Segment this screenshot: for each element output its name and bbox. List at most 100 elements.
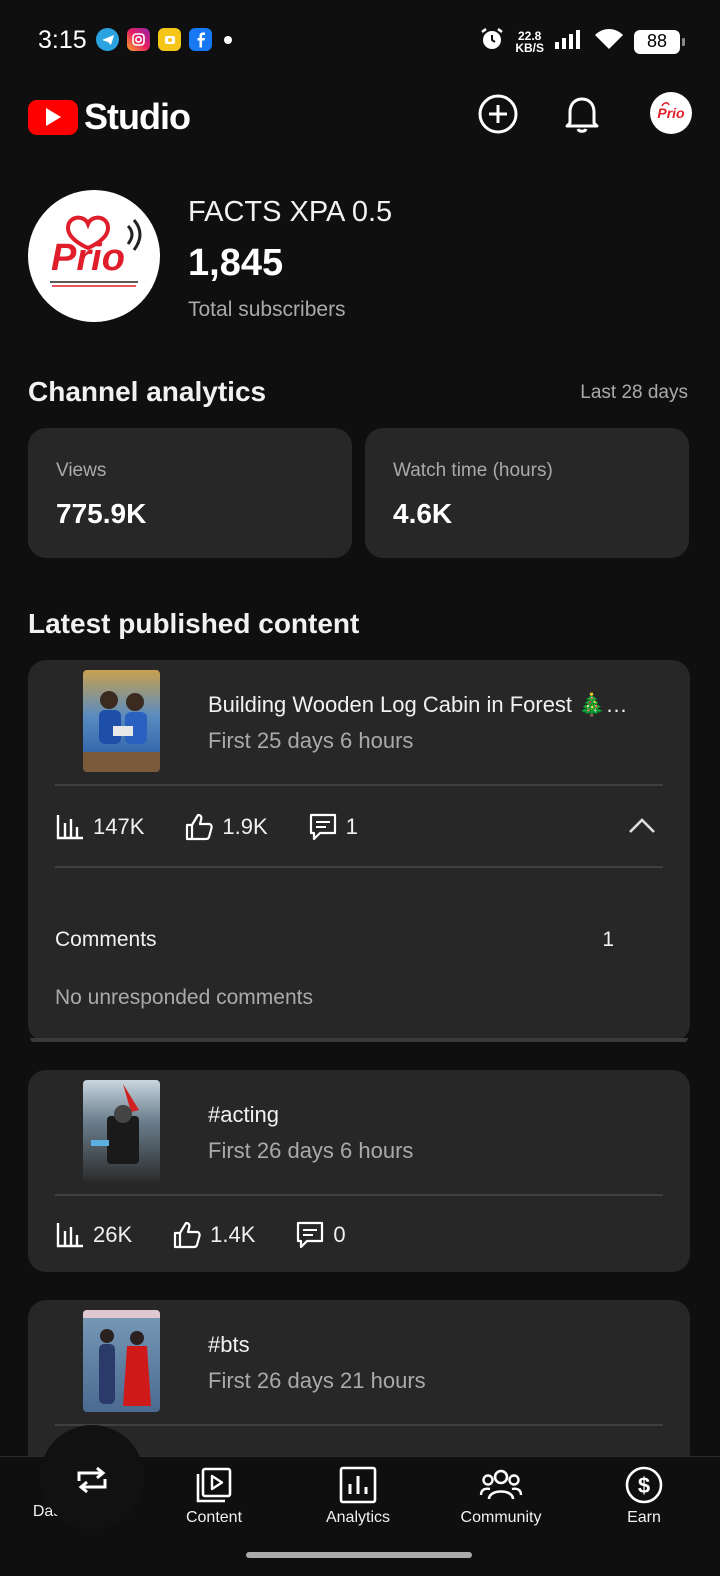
content-card[interactable]: #acting First 26 days 6 hours 26K 1.4K 0: [28, 1070, 690, 1272]
bell-icon: [565, 97, 599, 133]
video-thumbnail[interactable]: [83, 1080, 160, 1182]
card-bottom-edge: [30, 1038, 688, 1042]
analytics-range: Last 28 days: [580, 382, 688, 403]
alarm-icon: [479, 26, 505, 57]
nav-earn[interactable]: $ Earn: [572, 1465, 716, 1527]
comments-value: 1: [345, 814, 358, 839]
video-title: #bts: [208, 1332, 250, 1357]
likes-value: 1.9K: [222, 814, 268, 839]
views-value: 26K: [93, 1222, 133, 1247]
video-title: Building Wooden Log Cabin in Forest 🎄…: [208, 692, 628, 717]
channel-name: FACTS XPA 0.5: [188, 196, 393, 228]
content-icon: [196, 1467, 232, 1503]
logo-text: Studio: [84, 96, 191, 137]
network-speed: 22.8 KB/S: [515, 30, 544, 54]
comments-count: 1: [602, 928, 614, 951]
comment-icon: [309, 813, 336, 841]
watch-time-value: 4.6K: [393, 498, 453, 529]
bar-chart-icon: [56, 1223, 83, 1248]
earn-icon: $: [625, 1466, 663, 1504]
nav-analytics[interactable]: Analytics: [286, 1465, 430, 1527]
chevron-up-icon[interactable]: [626, 810, 658, 842]
repeat-icon: [77, 1466, 107, 1494]
video-thumbnail[interactable]: [83, 670, 160, 772]
views-metric: 26K: [55, 1221, 132, 1249]
instagram-icon: [127, 28, 150, 51]
video-thumbnail[interactable]: [83, 1310, 160, 1412]
watch-time-label: Watch time (hours): [393, 460, 553, 481]
status-bar: 3:15 22.8 KB/S 88: [0, 0, 720, 80]
nav-label: Analytics: [325, 1509, 391, 1526]
subscriber-label: Total subscribers: [188, 298, 346, 321]
plus-circle-icon: [478, 94, 518, 134]
channel-analytics-title: Channel analytics: [28, 376, 267, 407]
video-timeframe: First 25 days 6 hours: [208, 728, 414, 753]
youtube-studio-logo[interactable]: Studio: [28, 96, 191, 138]
video-title: #acting: [208, 1102, 279, 1127]
speed-unit: KB/S: [515, 40, 544, 55]
comments-metric: 0: [295, 1220, 346, 1250]
nav-community[interactable]: Community: [429, 1465, 573, 1527]
battery-indicator: 88: [634, 29, 685, 54]
views-value: 147K: [93, 814, 145, 839]
status-time: 3:15: [38, 26, 87, 54]
status-indicators: 22.8 KB/S 88: [479, 26, 685, 57]
svg-text:Prio: Prio: [51, 237, 125, 279]
switch-account-button[interactable]: [40, 1425, 144, 1529]
video-metrics: 147K 1.9K 1: [55, 812, 398, 842]
watch-time-card[interactable]: Watch time (hours) 4.6K: [365, 428, 689, 558]
youtube-play-icon: [28, 99, 78, 135]
divider: [55, 1194, 663, 1196]
divider: [55, 1424, 663, 1426]
facebook-icon: [189, 28, 212, 51]
app-header: Studio Prio: [0, 80, 720, 150]
comments-note: No unresponded comments: [55, 986, 313, 1009]
nav-content[interactable]: Content: [142, 1465, 286, 1527]
content-card[interactable]: Building Wooden Log Cabin in Forest 🎄… F…: [28, 660, 690, 1042]
video-timeframe: First 26 days 6 hours: [208, 1138, 414, 1163]
comments-metric: 1: [308, 812, 358, 842]
likes-metric: 1.9K: [184, 812, 268, 842]
notifications-button[interactable]: [560, 92, 604, 136]
comments-label: Comments: [55, 928, 157, 951]
likes-metric: 1.4K: [172, 1220, 255, 1250]
nav-label: Earn: [627, 1509, 661, 1526]
thumbs-up-icon: [174, 1221, 201, 1249]
comments-value: 0: [333, 1222, 346, 1247]
subscriber-count: 1,845: [188, 242, 284, 284]
community-icon: [479, 1469, 523, 1500]
home-indicator[interactable]: [246, 1552, 472, 1558]
speed-value: 22.8: [517, 28, 542, 43]
telegram-icon: [96, 28, 119, 51]
divider: [55, 784, 663, 786]
nav-label: Content: [185, 1509, 243, 1526]
thumbs-up-icon: [186, 813, 214, 841]
views-value: 775.9K: [56, 498, 147, 529]
nav-label: Community: [460, 1509, 542, 1526]
more-notifications-dot: [224, 35, 232, 44]
svg-text:Prio: Prio: [657, 105, 685, 121]
views-label: Views: [56, 460, 107, 481]
views-card[interactable]: Views 775.9K: [28, 428, 352, 558]
views-metric: 147K: [55, 813, 144, 841]
account-avatar[interactable]: Prio: [650, 92, 692, 134]
channel-avatar[interactable]: Prio: [28, 190, 160, 322]
video-timeframe: First 26 days 21 hours: [208, 1368, 426, 1393]
latest-content-title: Latest published content: [28, 608, 360, 639]
analytics-icon: [339, 1466, 377, 1504]
bar-chart-icon: [56, 815, 83, 840]
channel-logo-icon: Prio: [657, 102, 685, 121]
notification-icons: [96, 28, 232, 51]
bottom-navigation: Dashboard Content Analytics Community $ …: [0, 1425, 720, 1576]
channel-logo-icon: Prio: [50, 215, 142, 287]
video-metrics: 26K 1.4K 0: [55, 1220, 386, 1250]
divider: [55, 866, 663, 868]
comment-icon: [297, 1221, 324, 1249]
wifi-icon: [594, 27, 624, 56]
app-icon: [158, 28, 181, 51]
signal-icon: [554, 28, 584, 55]
channel-summary: Prio FACTS XPA 0.5 1,845 Total subscribe…: [28, 190, 692, 330]
likes-value: 1.4K: [210, 1222, 256, 1247]
create-button[interactable]: [476, 92, 520, 136]
svg-text:$: $: [638, 1473, 650, 1498]
